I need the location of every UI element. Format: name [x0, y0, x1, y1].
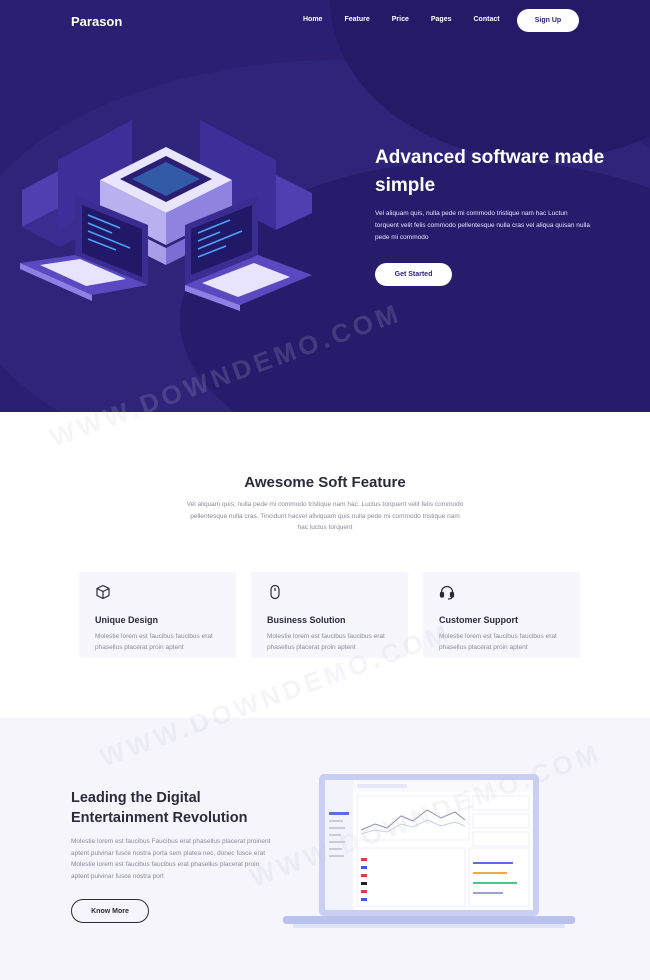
leading-section: Leading the Digital Entertainment Revolu… [0, 718, 650, 980]
nav-link-pages[interactable]: Pages [431, 16, 452, 23]
feature-card-title: Customer Support [439, 615, 519, 625]
know-more-button[interactable]: Know More [71, 899, 149, 923]
feature-card-title: Unique Design [95, 615, 159, 625]
features-description: Vel aliquam quis, nulla pede mi commodo … [186, 501, 464, 531]
lead-description: Molestie lorem est faucibus Faucibus era… [71, 838, 271, 880]
feature-cards: Unique Design Molestie lorem est faucibu… [79, 572, 580, 658]
nav-link-contact[interactable]: Contact [474, 16, 500, 23]
feature-card-unique-design[interactable]: Unique Design Molestie lorem est faucibu… [79, 572, 236, 658]
hero-illustration [20, 120, 312, 311]
hero-description: Vel aliquam quis, nulla pede mi commodo … [375, 210, 590, 241]
feature-card-description: Molestie lorem est faucibus faucibus era… [95, 633, 213, 651]
nav-link-price[interactable]: Price [392, 16, 409, 23]
nav-menu: Home Feature Price Pages Contact [303, 16, 522, 23]
cube-icon [96, 584, 110, 600]
mouse-icon [270, 584, 280, 600]
headset-icon [439, 585, 455, 600]
dashboard-laptop-image [283, 774, 575, 928]
features-title: Awesome Soft Feature [244, 474, 406, 491]
get-started-button[interactable]: Get Started [375, 263, 452, 286]
nav-link-feature[interactable]: Feature [344, 16, 369, 23]
navbar: Parason Home Feature Price Pages Contact… [0, 0, 650, 42]
logo[interactable]: Parason [71, 14, 122, 29]
nav-link-home[interactable]: Home [303, 16, 322, 23]
signup-button[interactable]: Sign Up [517, 9, 579, 32]
hero-section: Parason Home Feature Price Pages Contact… [0, 0, 650, 412]
feature-card-business-solution[interactable]: Business Solution Molestie lorem est fau… [251, 572, 408, 658]
lead-title: Leading the Digital Entertainment Revolu… [71, 790, 248, 826]
feature-card-description: Molestie lorem est faucibus faucibus era… [439, 633, 557, 651]
feature-card-customer-support[interactable]: Customer Support Molestie lorem est fauc… [423, 572, 580, 658]
feature-card-description: Molestie lorem est faucibus faucibus era… [267, 633, 385, 651]
hero-title: Advanced software made simple [375, 147, 605, 196]
feature-card-title: Business Solution [267, 615, 346, 625]
